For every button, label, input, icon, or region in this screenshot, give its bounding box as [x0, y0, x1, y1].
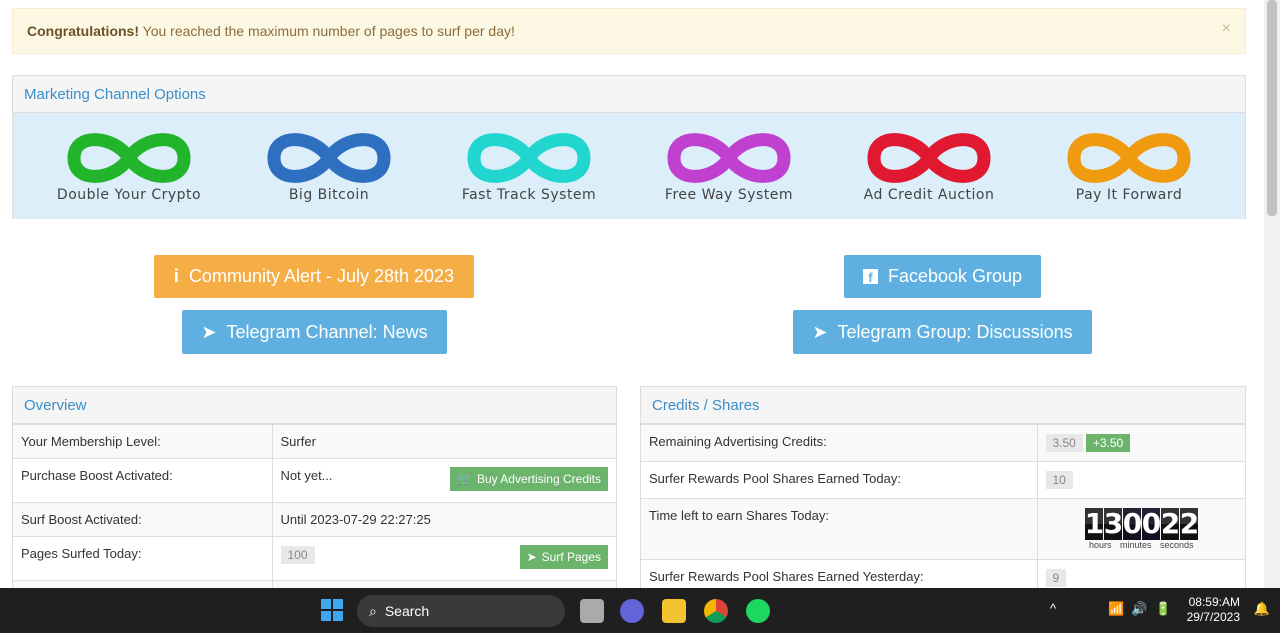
table-row: Purchase Boost Activated: Not yet... 🛒 Buy …: [13, 458, 616, 503]
credits-panel: Credits / Shares Remaining Advertising C…: [640, 386, 1246, 596]
row-label: Time left to earn Shares Today:: [641, 498, 1037, 560]
button-label: Telegram Group: Discussions: [837, 321, 1073, 342]
search-box[interactable]: ⌕ Search: [357, 595, 565, 627]
table-row: Remaining Advertising Credits: 3.50 +3.50: [641, 424, 1245, 462]
windows-start-icon[interactable]: [321, 599, 343, 621]
info-icon: i: [173, 266, 179, 286]
digit: 1: [1084, 507, 1105, 540]
telegram-news-button[interactable]: ➤ Telegram Channel: News: [182, 310, 447, 354]
channel-label: Pay It Forward: [1075, 187, 1183, 203]
paper-plane-icon: ➤: [812, 321, 828, 342]
search-icon: ⌕: [369, 602, 377, 619]
table-row: Time left to earn Shares Today: 13 00 22…: [641, 498, 1245, 560]
success-alert: Congratulations! You reached the maximum…: [12, 8, 1246, 54]
channel-label: Fast Track System: [461, 187, 597, 203]
panel-title: Marketing Channel Options: [13, 76, 1245, 113]
row-label: Purchase Boost Activated:: [13, 458, 272, 503]
alert-text: You reached the maximum number of pages …: [139, 23, 515, 39]
volume-icon[interactable]: 🔊: [1131, 601, 1147, 617]
telegram-group-button[interactable]: ➤ Telegram Group: Discussions: [793, 310, 1092, 354]
scrollbar-thumb[interactable]: [1267, 0, 1277, 216]
overview-panel: Overview Your Membership Level: Surfer Pu…: [12, 386, 617, 601]
infinity-icon: [67, 133, 191, 183]
channel-list: Double Your Crypto Big Bitcoin Fast Track …: [13, 113, 1245, 219]
infinity-icon: [867, 133, 991, 183]
table-row: Surfer Rewards Pool Shares Earned Today:…: [641, 461, 1245, 499]
credits-badge: 3.50: [1045, 434, 1083, 452]
table-row: Your Membership Level: Surfer: [13, 424, 616, 459]
panel-title: Credits / Shares: [641, 387, 1245, 424]
facebook-group-button[interactable]: f Facebook Group: [844, 255, 1041, 298]
digit: 2: [1160, 507, 1181, 540]
teams-chat-icon[interactable]: [620, 599, 644, 623]
infinity-icon: [467, 133, 591, 183]
button-label: Buy Advertising Credits: [476, 472, 601, 486]
file-explorer-icon[interactable]: [662, 599, 686, 623]
date: 29/7/2023: [1186, 610, 1240, 624]
system-clock[interactable]: 08:59:AM 29/7/2023: [1187, 595, 1240, 625]
channel-logo-link[interactable]: Big Bitcoin: [239, 127, 419, 203]
row-value: Not yet...: [280, 468, 333, 483]
spotify-icon[interactable]: [746, 599, 770, 623]
row-label: Surf Boost Activated:: [13, 502, 272, 537]
channel-label: Big Bitcoin: [288, 187, 370, 203]
infinity-icon: [1067, 133, 1191, 183]
pages-badge: 100: [280, 546, 315, 564]
digit: 0: [1141, 507, 1162, 540]
channel-label: Free Way System: [664, 187, 794, 203]
button-label: Telegram Channel: News: [226, 321, 428, 342]
panel-title: Overview: [13, 387, 616, 424]
row-label: Pages Surfed Today:: [13, 536, 272, 581]
channel-logo-link[interactable]: Pay It Forward: [1039, 127, 1219, 203]
marketing-panel: Marketing Channel Options Double Your Cr…: [12, 75, 1246, 219]
credits-delta-badge: +3.50: [1085, 434, 1131, 452]
scrollbar[interactable]: [1264, 0, 1280, 588]
surf-pages-button[interactable]: ➤ Surf Pages: [519, 545, 608, 569]
shares-badge: 10: [1045, 471, 1073, 489]
close-icon[interactable]: ×: [1222, 20, 1231, 38]
row-label: Surfer Rewards Pool Shares Earned Today:: [641, 461, 1037, 499]
cart-icon: 🛒: [456, 472, 472, 486]
search-label: Search: [384, 603, 430, 619]
chrome-icon[interactable]: [704, 599, 728, 623]
chevron-up-icon[interactable]: ^: [1050, 601, 1056, 616]
wifi-icon[interactable]: 📶: [1108, 601, 1124, 617]
row-label: Your Membership Level:: [13, 424, 272, 459]
row-value: Until 2023-07-29 22:27:25: [271, 502, 616, 537]
table-row: Surf Boost Activated: Until 2023-07-29 22…: [13, 502, 616, 537]
row-label: Remaining Advertising Credits:: [641, 424, 1037, 462]
table-row: Pages Surfed Today: 100 ➤ Surf Pages: [13, 536, 616, 581]
digit: 3: [1103, 507, 1124, 540]
taskbar: ⌕ Search ^ 📶 🔊 🔋 08:59:AM 29/7/2023 🔔: [0, 588, 1280, 633]
buy-advertising-credits-button[interactable]: 🛒 Buy Advertising Credits: [449, 467, 608, 491]
channel-label: Ad Credit Auction: [863, 187, 995, 203]
paper-plane-icon: ➤: [201, 321, 217, 342]
digit: 0: [1122, 507, 1143, 540]
channel-logo-link[interactable]: Ad Credit Auction: [839, 127, 1019, 203]
infinity-icon: [667, 133, 791, 183]
button-label: Community Alert - July 28th 2023: [188, 266, 455, 286]
digit: 2: [1179, 507, 1200, 540]
button-label: Facebook Group: [887, 266, 1023, 286]
countdown-units: hours minutes seconds: [1088, 540, 1194, 550]
channel-logo-link[interactable]: Double Your Crypto: [39, 127, 219, 203]
infinity-icon: [267, 133, 391, 183]
paper-plane-icon: ➤: [526, 550, 537, 564]
row-value: Surfer: [271, 424, 616, 459]
countdown-timer: 13 00 22: [1046, 508, 1238, 540]
shares-yesterday-badge: 9: [1045, 569, 1067, 587]
channel-logo-link[interactable]: Fast Track System: [439, 127, 619, 203]
notification-icon[interactable]: 🔔: [1254, 601, 1270, 617]
button-label: Surf Pages: [541, 550, 601, 564]
battery-icon[interactable]: 🔋: [1155, 601, 1171, 617]
time: 08:59:AM: [1188, 595, 1240, 609]
task-view-icon[interactable]: [580, 599, 604, 623]
channel-logo-link[interactable]: Free Way System: [639, 127, 819, 203]
alert-strong: Congratulations!: [27, 23, 139, 39]
facebook-icon: f: [862, 269, 878, 285]
community-alert-button[interactable]: i Community Alert - July 28th 2023: [154, 255, 474, 298]
channel-label: Double Your Crypto: [56, 187, 202, 203]
